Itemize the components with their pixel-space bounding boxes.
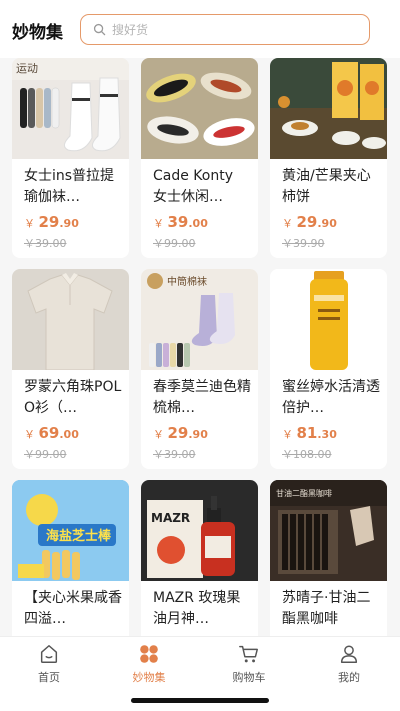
product-image-rosehip-oil: MAZR bbox=[141, 480, 258, 581]
product-title: 苏晴子·甘油二酯黑咖啡 bbox=[282, 590, 371, 627]
product-price: ￥ 29.90 bbox=[153, 424, 208, 442]
page-title: 妙物集 bbox=[12, 23, 63, 43]
badge-text: 海盐芝士棒 bbox=[46, 528, 112, 544]
original-price: ￥39.90 bbox=[282, 237, 325, 250]
search-icon bbox=[93, 23, 106, 36]
product-image-sunscreen bbox=[270, 269, 387, 370]
product-title: 【夹心米果咸香四溢… bbox=[24, 590, 122, 627]
product-title: 春季莫兰迪色精梳棉… bbox=[153, 379, 251, 416]
product-title: 罗蒙六角珠POLO衫（… bbox=[24, 379, 122, 416]
tab-miaowuji[interactable]: 妙物集 bbox=[109, 643, 189, 684]
tab-label: 我的 bbox=[338, 671, 360, 684]
product-card[interactable]: 甘油二酯黑咖啡 苏晴子·甘油二酯黑咖啡 bbox=[270, 480, 387, 636]
badge-text: 中筒棉袜 bbox=[167, 275, 207, 288]
badge-text: 甘油二酯黑咖啡 bbox=[276, 488, 332, 498]
original-price: ￥99.00 bbox=[153, 237, 196, 250]
product-title: MAZR 玫瑰果油月神… bbox=[153, 590, 241, 627]
product-image-rice-cracker: 海盐芝士棒 bbox=[12, 480, 129, 581]
badge-text: MAZR bbox=[151, 511, 190, 525]
product-price: ￥ 81.30 bbox=[282, 424, 337, 442]
product-image-socks: 运动 bbox=[12, 58, 129, 159]
tab-profile[interactable]: 我的 bbox=[309, 643, 389, 684]
product-card[interactable]: 黄油/芒果夹心柿饼 ￥ 29.90 ￥39.90 bbox=[270, 58, 387, 258]
product-image-persimmon bbox=[270, 58, 387, 159]
original-price: ￥39.00 bbox=[153, 448, 196, 461]
product-grid: 运动 女士ins普拉提瑜伽袜… ￥ 29.90 ￥39.00 Cade Kont… bbox=[12, 58, 388, 636]
product-image-shoes bbox=[141, 58, 258, 159]
tab-home[interactable]: 首页 bbox=[9, 643, 89, 684]
product-price: ￥ 39.00 bbox=[153, 213, 208, 231]
tab-label: 首页 bbox=[38, 671, 60, 684]
product-title: Cade Konty 女士休闲… bbox=[153, 168, 234, 205]
product-image-polo bbox=[12, 269, 129, 370]
original-price: ￥108.00 bbox=[282, 448, 332, 461]
product-price: ￥ 69.00 bbox=[24, 424, 79, 442]
product-card[interactable]: MAZR MAZR 玫瑰果油月神… bbox=[141, 480, 258, 636]
grid-icon bbox=[140, 645, 158, 663]
home-icon bbox=[40, 645, 58, 663]
cart-icon bbox=[239, 645, 258, 663]
product-card[interactable]: 运动 女士ins普拉提瑜伽袜… ￥ 29.90 ￥39.00 bbox=[12, 58, 129, 258]
tab-label: 购物车 bbox=[232, 671, 266, 684]
product-title: 蜜丝婷水活清透倍护… bbox=[282, 379, 380, 416]
product-price: ￥ 29.90 bbox=[24, 213, 79, 231]
tab-label: 妙物集 bbox=[132, 671, 166, 684]
tab-cart[interactable]: 购物车 bbox=[209, 643, 289, 684]
product-image-black-coffee: 甘油二酯黑咖啡 bbox=[270, 480, 387, 581]
original-price: ￥99.00 bbox=[24, 448, 67, 461]
header: 妙物集 bbox=[0, 0, 400, 58]
product-image-cotton-socks: 中筒棉袜 bbox=[141, 269, 258, 370]
product-card[interactable]: 海盐芝士棒 【夹心米果咸香四溢… bbox=[12, 480, 129, 636]
product-card[interactable]: Cade Konty 女士休闲… ￥ 39.00 ￥99.00 bbox=[141, 58, 258, 258]
product-title: 女士ins普拉提瑜伽袜… bbox=[24, 168, 115, 205]
home-indicator[interactable] bbox=[131, 698, 269, 703]
badge-text: 运动 bbox=[16, 62, 38, 75]
search-input[interactable] bbox=[112, 16, 352, 43]
user-icon bbox=[340, 645, 358, 663]
search-box[interactable] bbox=[80, 14, 370, 45]
product-card[interactable]: 罗蒙六角珠POLO衫（… ￥ 69.00 ￥99.00 bbox=[12, 269, 129, 469]
product-title: 黄油/芒果夹心柿饼 bbox=[282, 168, 371, 205]
product-price: ￥ 29.90 bbox=[282, 213, 337, 231]
original-price: ￥39.00 bbox=[24, 237, 67, 250]
product-card[interactable]: 中筒棉袜 春季莫兰迪色精梳棉… ￥ 29.90 ￥39.00 bbox=[141, 269, 258, 469]
product-card[interactable]: 蜜丝婷水活清透倍护… ￥ 81.30 ￥108.00 bbox=[270, 269, 387, 469]
